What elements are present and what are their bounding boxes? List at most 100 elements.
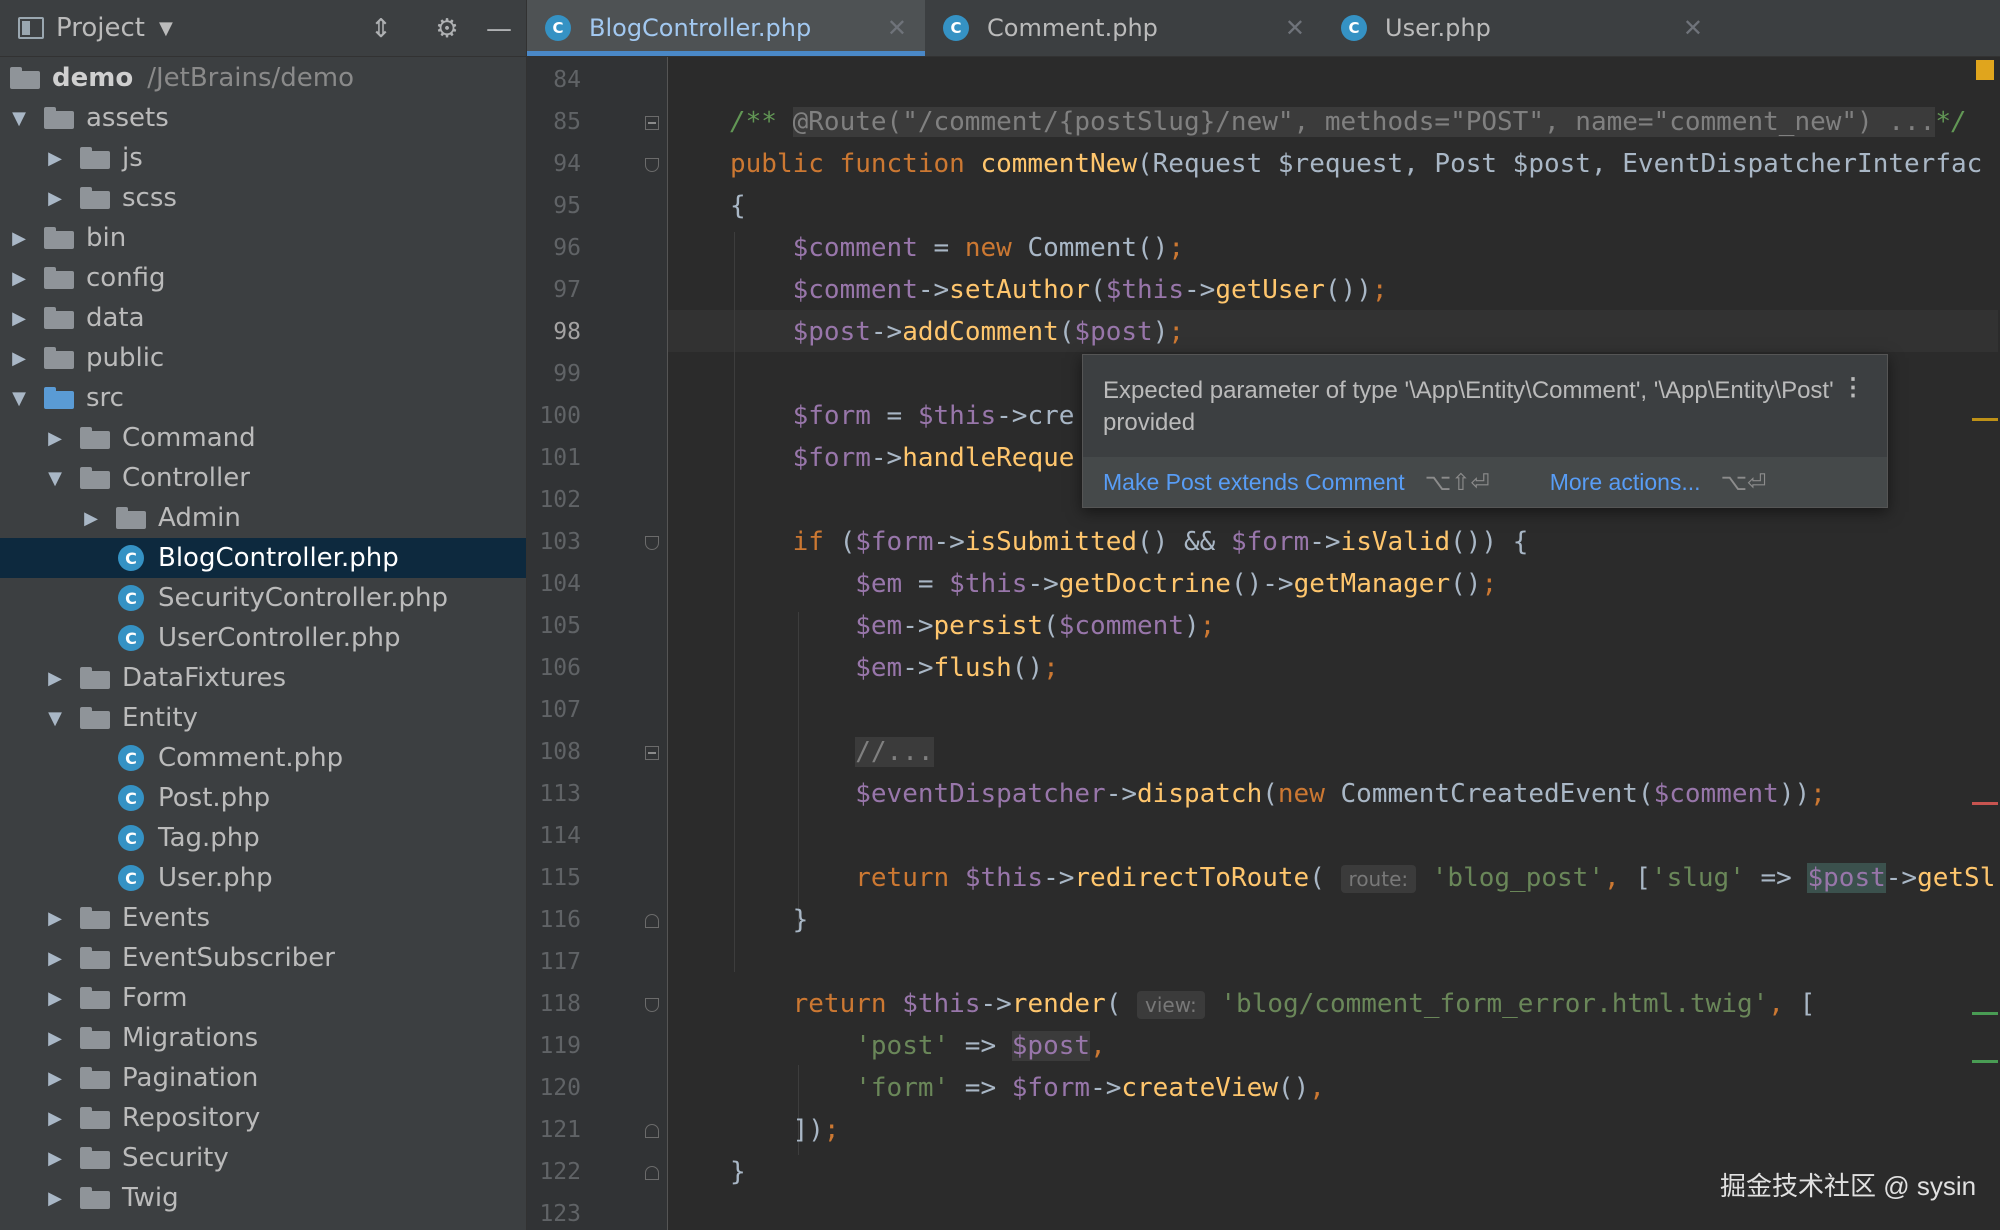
expanded-arrow-icon[interactable]: ▼ — [44, 468, 66, 489]
change-marker[interactable] — [1972, 1012, 1998, 1015]
tab-comment[interactable]: C Comment.php ✕ — [925, 0, 1323, 56]
tree-item-datafixtures[interactable]: ▶ DataFixtures — [0, 658, 526, 698]
tree-item-label: Post.php — [158, 783, 271, 813]
make-post-extends-comment-link[interactable]: Make Post extends Comment — [1103, 469, 1405, 496]
tree-item-eventsubscriber[interactable]: ▶ EventSubscriber — [0, 938, 526, 978]
tree-item-tag[interactable]: C Tag.php — [0, 818, 526, 858]
tree-item-events[interactable]: ▶ Events — [0, 898, 526, 938]
more-actions-link[interactable]: More actions... — [1550, 469, 1701, 496]
project-view-selector[interactable]: Project — [56, 13, 145, 43]
tree-item-securitycontroller[interactable]: C SecurityController.php — [0, 578, 526, 618]
line-number: 115 — [539, 865, 581, 891]
collapsed-arrow-icon[interactable]: ▶ — [44, 1108, 66, 1129]
tree-item-security[interactable]: ▶ Security — [0, 1138, 526, 1178]
collapsed-arrow-icon[interactable]: ▶ — [44, 948, 66, 969]
tree-item-config[interactable]: ▶ config — [0, 258, 526, 298]
fold-end-icon[interactable] — [645, 914, 659, 928]
collapsed-arrow-icon[interactable]: ▶ — [8, 268, 30, 289]
fold-end-icon[interactable] — [645, 1124, 659, 1138]
collapsed-arrow-icon[interactable]: ▶ — [44, 188, 66, 209]
expanded-arrow-icon[interactable]: ▼ — [8, 388, 30, 409]
collapsed-arrow-icon[interactable]: ▶ — [8, 308, 30, 329]
tree-root[interactable]: demo /JetBrains/demo — [0, 58, 526, 98]
tree-item-blogcontroller[interactable]: C BlogController.php — [0, 538, 526, 578]
error-stripe-status-icon[interactable] — [1976, 60, 1994, 80]
folded-annotation[interactable]: @Route("/comment/{postSlug}/new", method… — [792, 107, 1936, 137]
collapsed-arrow-icon[interactable]: ▶ — [44, 1148, 66, 1169]
tree-item-data[interactable]: ▶ data — [0, 298, 526, 338]
collapsed-arrow-icon[interactable]: ▶ — [8, 348, 30, 369]
shortcut-hint: ⌥⏎ — [1720, 468, 1767, 495]
warning-marker[interactable] — [1972, 418, 1998, 421]
tree-item-migrations[interactable]: ▶ Migrations — [0, 1018, 526, 1058]
expanded-arrow-icon[interactable]: ▼ — [44, 708, 66, 729]
collapsed-arrow-icon[interactable]: ▶ — [44, 988, 66, 1009]
fold-end-icon[interactable] — [645, 1166, 659, 1180]
line-number: 84 — [553, 67, 581, 93]
collapsed-arrow-icon[interactable]: ▶ — [44, 1028, 66, 1049]
tree-item-comment[interactable]: C Comment.php — [0, 738, 526, 778]
tree-item-form[interactable]: ▶ Form — [0, 978, 526, 1018]
code-editor[interactable]: /** @Route("/comment/{postSlug}/new", me… — [668, 57, 1998, 1230]
fold-expand-icon[interactable] — [645, 746, 659, 760]
minimize-icon[interactable]: — — [484, 14, 514, 44]
chevron-down-icon[interactable]: ▼ — [159, 18, 173, 39]
change-marker[interactable] — [1972, 1060, 1998, 1063]
tree-item-label: Tag.php — [158, 823, 260, 853]
tree-item-src[interactable]: ▼ src — [0, 378, 526, 418]
tab-user[interactable]: C User.php ✕ — [1323, 0, 1721, 56]
collapsed-arrow-icon[interactable]: ▶ — [44, 428, 66, 449]
tree-item-usercontroller[interactable]: C UserController.php — [0, 618, 526, 658]
collapsed-arrow-icon[interactable]: ▶ — [8, 228, 30, 249]
tree-item-entity[interactable]: ▼ Entity — [0, 698, 526, 738]
tree-item-admin[interactable]: ▶ Admin — [0, 498, 526, 538]
tree-item-public[interactable]: ▶ public — [0, 338, 526, 378]
folder-icon — [80, 467, 110, 489]
collapsed-arrow-icon[interactable]: ▶ — [44, 148, 66, 169]
fold-collapse-icon[interactable] — [645, 998, 659, 1012]
tree-item-repository[interactable]: ▶ Repository — [0, 1098, 526, 1138]
collapsed-arrow-icon[interactable]: ▶ — [44, 908, 66, 929]
close-icon[interactable]: ✕ — [1285, 14, 1305, 42]
method-call: addComment — [902, 317, 1059, 347]
collapsed-arrow-icon[interactable]: ▶ — [44, 668, 66, 689]
tree-item-js[interactable]: ▶ js — [0, 138, 526, 178]
tree-item-twig[interactable]: ▶ Twig — [0, 1178, 526, 1218]
tree-item-command[interactable]: ▶ Command — [0, 418, 526, 458]
method-params: Request $request, Post $post, EventDispa… — [1152, 149, 1983, 179]
folder-icon — [80, 707, 110, 729]
more-options-icon[interactable]: ⋮ — [1841, 373, 1865, 402]
tree-item-label: public — [86, 343, 165, 373]
tree-item-post[interactable]: C Post.php — [0, 778, 526, 818]
string-literal: 'blog_post' — [1431, 863, 1604, 893]
code-line: $em = $this->getDoctrine()->getManager()… — [855, 569, 1498, 599]
folded-comment[interactable]: //... — [855, 737, 934, 767]
gear-icon[interactable]: ⚙ — [432, 14, 462, 44]
expanded-arrow-icon[interactable]: ▼ — [8, 108, 30, 129]
tree-item-pagination[interactable]: ▶ Pagination — [0, 1058, 526, 1098]
tab-blogcontroller[interactable]: C BlogController.php ✕ — [527, 0, 925, 56]
tree-item-controller[interactable]: ▼ Controller — [0, 458, 526, 498]
project-window-icon — [18, 17, 44, 39]
tree-item-scss[interactable]: ▶ scss — [0, 178, 526, 218]
tree-item-user[interactable]: C User.php — [0, 858, 526, 898]
fold-collapse-icon[interactable] — [645, 158, 659, 172]
code-line: $form = $this->cre — [792, 401, 1075, 431]
tree-item-bin[interactable]: ▶ bin — [0, 218, 526, 258]
project-tree: demo /JetBrains/demo ▼ assets ▶ js ▶ scs… — [0, 58, 526, 1218]
code-line: $comment = new Comment(); — [792, 233, 1184, 263]
fold-expand-icon[interactable] — [645, 116, 659, 130]
editor-gutter[interactable]: 84 85 94 95 96 97 98 99 100 101 102 103 … — [527, 57, 668, 1230]
collapsed-arrow-icon[interactable]: ▶ — [80, 508, 102, 529]
folder-icon — [10, 67, 40, 89]
close-icon[interactable]: ✕ — [887, 14, 907, 42]
close-icon[interactable]: ✕ — [1683, 14, 1703, 42]
tree-item-assets[interactable]: ▼ assets — [0, 98, 526, 138]
collapsed-arrow-icon[interactable]: ▶ — [44, 1188, 66, 1209]
collapsed-arrow-icon[interactable]: ▶ — [44, 1068, 66, 1089]
tree-item-label: DataFixtures — [122, 663, 287, 693]
fold-collapse-icon[interactable] — [645, 536, 659, 550]
error-marker[interactable] — [1972, 802, 1998, 805]
collapse-all-icon[interactable]: ⇕ — [366, 14, 396, 44]
project-panel-header: Project ▼ ⇕ ⚙ — — [0, 0, 526, 57]
